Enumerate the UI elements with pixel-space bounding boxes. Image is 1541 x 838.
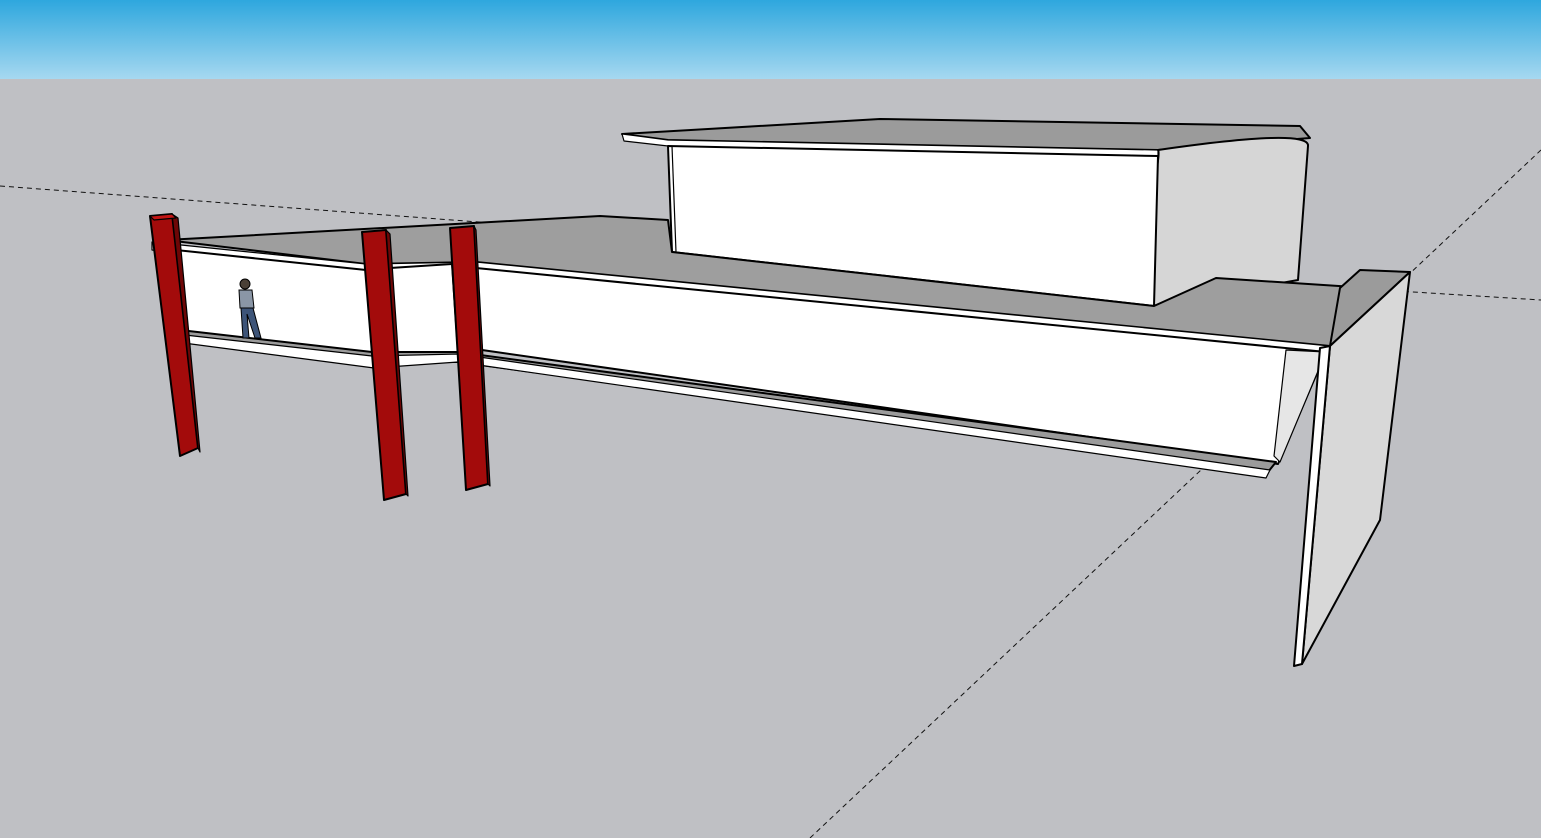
model-scene[interactable] <box>0 0 1541 838</box>
lower-middle-bay-wall <box>389 263 459 359</box>
figure-torso <box>238 289 255 309</box>
3d-viewport[interactable] <box>0 0 1541 838</box>
figure-head <box>239 278 251 290</box>
